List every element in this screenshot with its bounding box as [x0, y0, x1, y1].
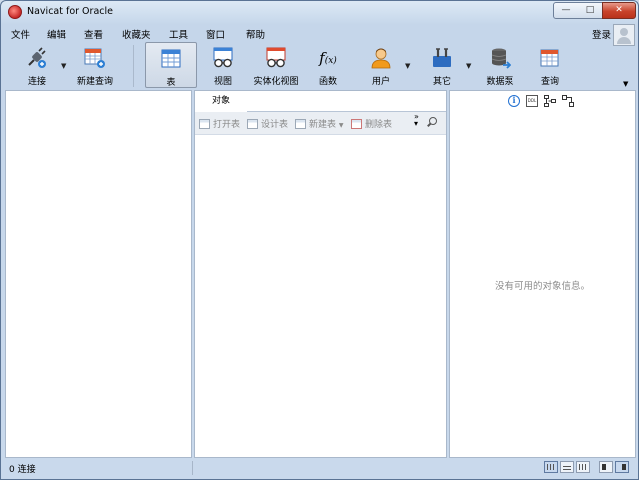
grid-view-icon	[547, 464, 555, 470]
other-tools-icon	[433, 48, 451, 67]
menu-favorites[interactable]: 收藏夹	[122, 27, 151, 41]
other-label: 其它	[432, 77, 451, 87]
open-table-label: 打开表	[213, 120, 241, 130]
connect-label: 连接	[27, 77, 46, 87]
new-query-icon	[84, 48, 105, 68]
design-table-label: 设计表	[261, 120, 289, 130]
menu-help[interactable]: 帮助	[246, 27, 265, 41]
delete-table-icon	[351, 119, 362, 129]
object-toolbar: 打开表 设计表 新建表 ▼ 删除表 » ▾	[195, 112, 446, 135]
materialized-view-icon	[266, 47, 286, 68]
list-view-icon	[563, 464, 571, 470]
grid-view-toggle[interactable]	[544, 461, 558, 473]
maximize-button[interactable]: □	[578, 2, 603, 19]
toggle-right-pane-button[interactable]	[615, 461, 629, 473]
query-button[interactable]: 查询	[530, 42, 570, 88]
right-pane-icon	[622, 464, 626, 470]
materialized-view-button[interactable]: 实体化视图	[248, 42, 304, 88]
datapump-label: 数据泵	[486, 77, 514, 87]
user-button[interactable]: 用户	[361, 42, 401, 88]
design-table-icon	[247, 119, 258, 129]
user-icon	[371, 48, 391, 69]
menu-bar: 文件 编辑 查看 收藏夹 工具 窗口 帮助 登录	[2, 24, 637, 42]
ddl-icon[interactable]: DDL	[526, 95, 538, 107]
toolbar-overflow-icon[interactable]: ▼	[623, 80, 628, 88]
object-panel: 对象 打开表 设计表 新建表 ▼ 删除表 » ▾	[194, 90, 447, 458]
user-dropdown-icon[interactable]: ▼	[405, 62, 410, 70]
connect-dropdown-icon[interactable]: ▼	[61, 62, 66, 70]
new-table-dropdown-icon[interactable]: ▼	[339, 122, 344, 129]
other-button[interactable]: 其它	[422, 42, 462, 88]
view-button[interactable]: 视图	[203, 42, 243, 88]
tab-objects[interactable]: 对象	[195, 91, 248, 112]
new-table-label: 新建表	[309, 120, 337, 130]
query-label: 查询	[540, 77, 559, 87]
menu-edit[interactable]: 编辑	[47, 27, 66, 41]
connection-count: 0 连接	[9, 465, 36, 475]
menu-window[interactable]: 窗口	[206, 27, 225, 41]
object-info-panel: i DDL 没有可用的对象信息。	[449, 90, 636, 458]
new-table-button[interactable]: 新建表 ▼	[295, 117, 344, 130]
title-bar: Navicat for Oracle — □ ✕	[1, 1, 638, 23]
dependencies-icon[interactable]	[544, 95, 556, 107]
plug-connect-icon	[28, 47, 46, 68]
table-button[interactable]: 表	[145, 42, 197, 88]
login-link[interactable]: 登录	[592, 27, 611, 41]
new-query-label: 新建查询	[76, 77, 113, 87]
detail-view-icon	[579, 464, 587, 470]
left-pane-icon	[602, 464, 606, 470]
new-query-button[interactable]: 新建查询	[72, 42, 118, 88]
detail-view-toggle[interactable]	[576, 461, 590, 473]
navicat-logo-icon	[8, 5, 22, 19]
toggle-left-pane-button[interactable]	[599, 461, 613, 473]
other-dropdown-icon[interactable]: ▼	[466, 62, 471, 70]
connection-tree[interactable]	[5, 90, 192, 458]
menu-view[interactable]: 查看	[84, 27, 103, 41]
empty-info-message: 没有可用的对象信息。	[494, 281, 590, 292]
status-bar: 0 连接	[2, 458, 637, 478]
er-diagram-icon[interactable]	[562, 95, 574, 107]
open-table-icon	[199, 119, 210, 129]
info-icon[interactable]: i	[508, 95, 520, 107]
function-button[interactable]: f(x) 函数	[308, 42, 348, 88]
menu-file[interactable]: 文件	[11, 27, 30, 41]
new-table-icon	[295, 119, 306, 129]
user-label: 用户	[371, 77, 390, 87]
function-fx-icon: f(x)	[319, 49, 337, 67]
delete-table-label: 删除表	[365, 120, 393, 130]
menu-tools[interactable]: 工具	[169, 27, 188, 41]
app-window: Navicat for Oracle — □ ✕ 文件 编辑 查看 收藏夹 工具…	[0, 0, 639, 480]
design-table-button[interactable]: 设计表	[247, 117, 288, 130]
datapump-database-icon	[491, 48, 511, 69]
materialized-view-label: 实体化视图	[253, 77, 299, 87]
connect-button[interactable]: 连接	[14, 42, 60, 88]
table-icon	[161, 49, 181, 68]
close-button[interactable]: ✕	[602, 2, 636, 19]
more-actions-icon[interactable]: » ▾	[414, 113, 419, 128]
list-view-toggle[interactable]	[560, 461, 574, 473]
view-glasses-icon	[213, 47, 233, 68]
toolbar-separator	[133, 45, 134, 87]
search-icon[interactable]	[429, 117, 437, 125]
avatar-head-icon	[620, 28, 628, 36]
table-label: 表	[166, 78, 176, 88]
tab-strip	[247, 91, 446, 112]
function-label: 函数	[318, 77, 337, 87]
view-label: 视图	[213, 77, 232, 87]
open-table-button[interactable]: 打开表	[199, 117, 240, 130]
window-title: Navicat for Oracle	[27, 6, 113, 17]
datapump-button[interactable]: 数据泵	[478, 42, 522, 88]
minimize-button[interactable]: —	[553, 2, 579, 19]
status-divider	[192, 461, 193, 475]
delete-table-button[interactable]: 删除表	[351, 117, 392, 130]
main-toolbar: 连接 ▼ 新建查询 表 视图 实体化视图 f(x) 函数 用户 ▼ 其它 ▼ 数…	[2, 42, 637, 90]
query-icon	[540, 49, 559, 67]
